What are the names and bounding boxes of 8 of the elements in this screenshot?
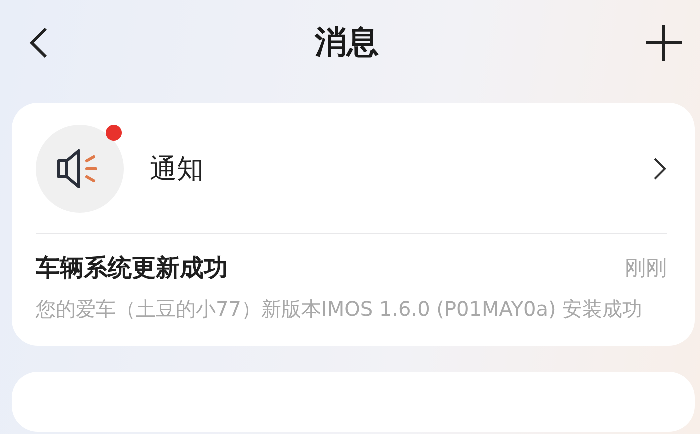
page-title: 消息 (315, 22, 379, 63)
back-button[interactable] (28, 26, 50, 60)
message-body: 您的爱车（土豆的小77）新版本IMOS 1.6.0 (P01MAY0a) 安装成功 (36, 296, 644, 323)
message-time: 刚刚 (625, 255, 667, 282)
add-button[interactable] (644, 23, 684, 63)
message-title: 车辆系统更新成功 (36, 253, 228, 284)
notification-label[interactable]: 通知 (150, 151, 653, 187)
chevron-icon[interactable] (653, 157, 667, 181)
